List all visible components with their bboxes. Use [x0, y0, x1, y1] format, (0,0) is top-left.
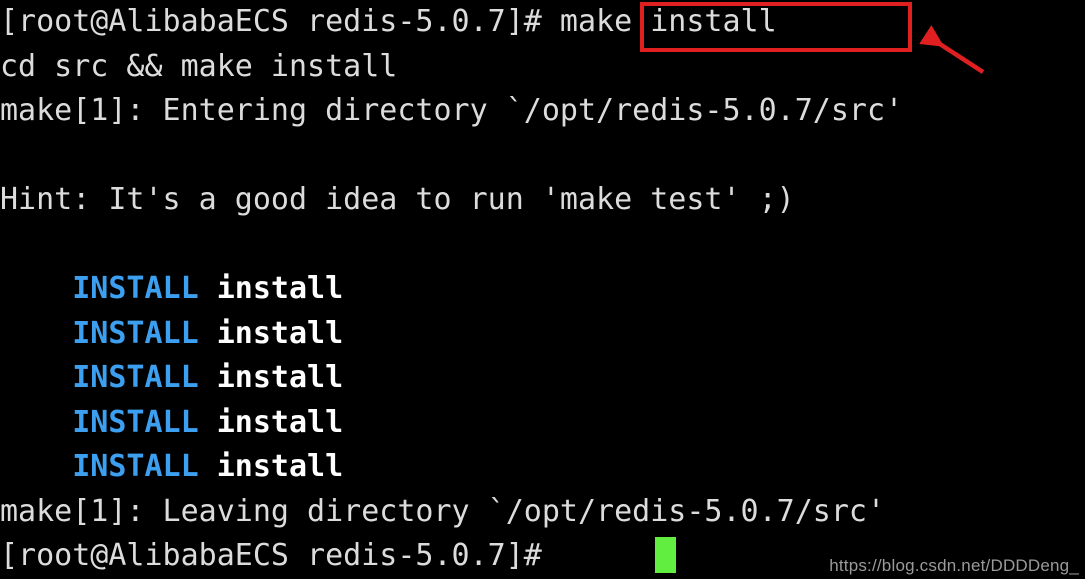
install-target-name: install	[216, 271, 344, 306]
terminal-line-4-blank	[0, 134, 1085, 179]
make-hint-message: Hint: It's a good idea to run 'make test…	[0, 182, 795, 217]
terminal-line-11: INSTALL install	[0, 445, 1085, 490]
install-action-label: INSTALL	[72, 271, 199, 306]
terminal-cursor	[655, 537, 676, 573]
install-action-label: INSTALL	[72, 449, 199, 484]
shell-prompt: [root@AlibabaECS redis-5.0.7]# make inst…	[0, 4, 777, 39]
make-leaving-directory: make[1]: Leaving directory `/opt/redis-5…	[0, 493, 886, 529]
terminal-line-6-blank	[0, 223, 1085, 268]
terminal-line-7: INSTALL install	[0, 267, 1085, 312]
install-target-name: install	[216, 315, 344, 351]
install-target-name: install	[216, 449, 344, 484]
terminal-line-3: make[1]: Entering directory `/opt/redis-…	[0, 89, 1085, 134]
terminal-line-10: INSTALL install	[0, 401, 1085, 446]
make-subcommand-echo: cd src && make install	[0, 48, 398, 84]
terminal-line-1: [root@AlibabaECS redis-5.0.7]# make inst…	[0, 0, 1085, 45]
make-entering-directory: make[1]: Entering directory `/opt/redis-…	[0, 93, 904, 128]
terminal-window[interactable]: [root@AlibabaECS redis-5.0.7]# make inst…	[0, 0, 1085, 579]
install-target-name: install	[216, 360, 344, 395]
shell-prompt-final: [root@AlibabaECS redis-5.0.7]#	[0, 538, 560, 573]
install-target-name: install	[216, 404, 344, 440]
install-action-label: INSTALL	[72, 315, 199, 351]
terminal-line-9: INSTALL install	[0, 356, 1085, 401]
terminal-line-5: Hint: It's a good idea to run 'make test…	[0, 178, 1085, 223]
install-action-label: INSTALL	[72, 404, 199, 440]
terminal-line-8: INSTALL install	[0, 312, 1085, 357]
terminal-line-12: make[1]: Leaving directory `/opt/redis-5…	[0, 490, 1085, 535]
csdn-watermark: https://blog.csdn.net/DDDDeng_	[829, 556, 1079, 575]
terminal-line-2: cd src && make install	[0, 45, 1085, 90]
install-action-label: INSTALL	[72, 360, 199, 395]
